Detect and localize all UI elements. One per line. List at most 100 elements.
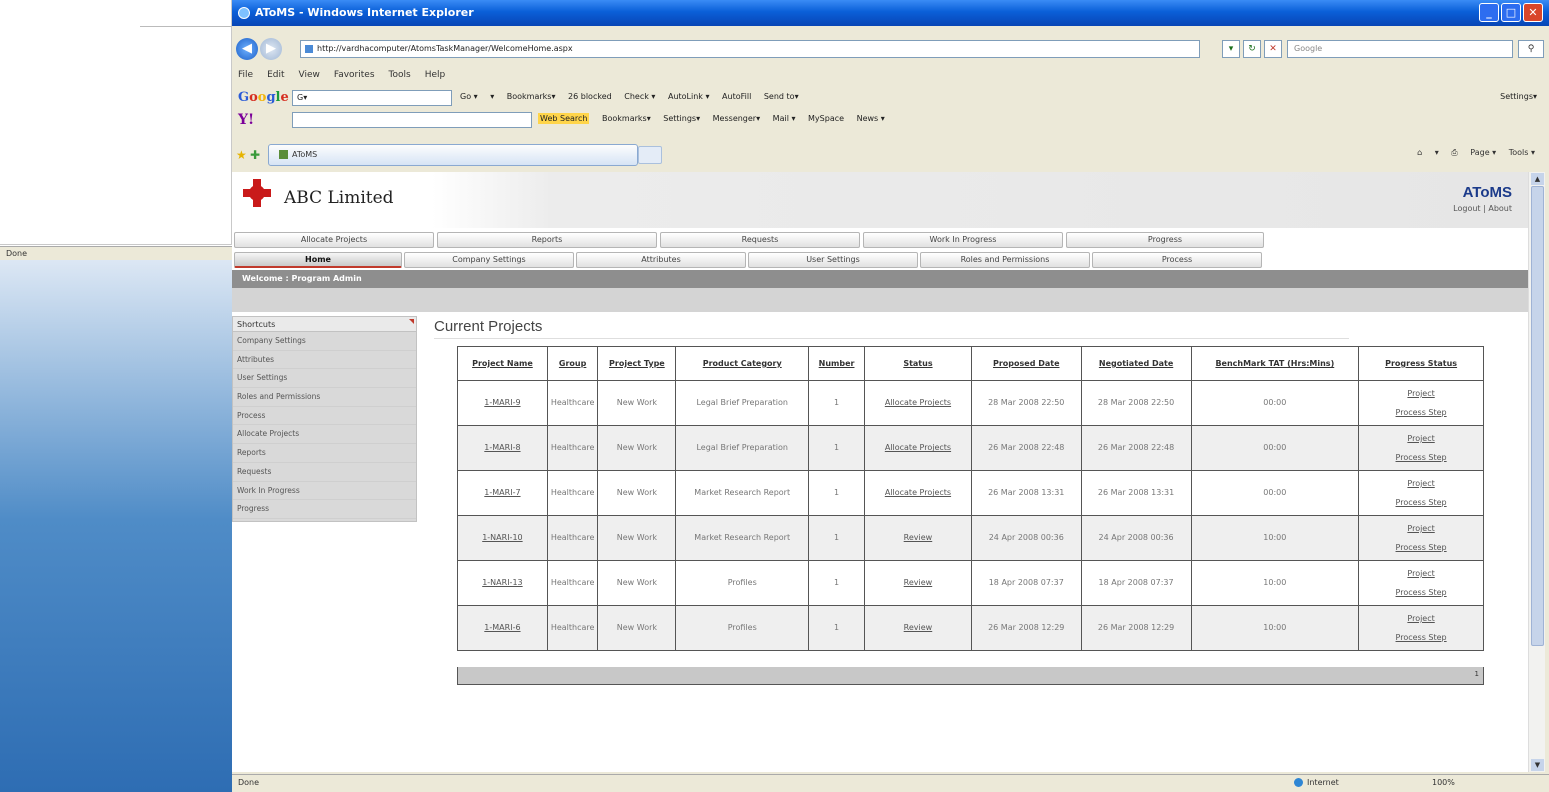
- process-step-link[interactable]: Process Step: [1362, 543, 1480, 553]
- header-negotiated-date[interactable]: Negotiated Date: [1080, 346, 1192, 381]
- process-step-link[interactable]: Process Step: [1362, 633, 1480, 643]
- header-progress-status[interactable]: Progress Status: [1358, 346, 1484, 381]
- project-name-link[interactable]: 1-MARI-7: [457, 470, 548, 516]
- autolink-button[interactable]: AutoLink ▾: [668, 92, 710, 101]
- header-group[interactable]: Group: [546, 346, 599, 381]
- shortcut-process[interactable]: Process: [233, 407, 416, 426]
- autofill-button[interactable]: AutoFill: [722, 92, 751, 101]
- project-link[interactable]: Project: [1407, 389, 1434, 398]
- vertical-scrollbar[interactable]: ▲ ▼: [1528, 172, 1545, 772]
- menu-requests[interactable]: Requests: [660, 232, 860, 248]
- status-link[interactable]: Review: [864, 515, 972, 561]
- menu-favorites[interactable]: Favorites: [334, 70, 375, 80]
- yahoo-settings-button[interactable]: Settings▾: [663, 114, 700, 123]
- scroll-up-icon[interactable]: ▲: [1531, 173, 1544, 185]
- menu-user-settings[interactable]: User Settings: [748, 252, 918, 268]
- header-number[interactable]: Number: [808, 346, 866, 381]
- menu-progress[interactable]: Progress: [1066, 232, 1264, 248]
- shortcut-attributes[interactable]: Attributes: [233, 351, 416, 370]
- menu-work-in-progress[interactable]: Work In Progress: [863, 232, 1063, 248]
- yahoo-messenger-button[interactable]: Messenger▾: [713, 114, 760, 123]
- search-icon[interactable]: ⚲: [1518, 40, 1544, 58]
- favorites-star-icon[interactable]: ★: [236, 148, 247, 162]
- status-link[interactable]: Allocate Projects: [864, 470, 972, 516]
- header-project-name[interactable]: Project Name: [457, 346, 548, 381]
- project-name-link[interactable]: 1-MARI-8: [457, 425, 548, 471]
- menu-tools[interactable]: Tools: [389, 70, 411, 80]
- shortcut-reports[interactable]: Reports: [233, 444, 416, 463]
- status-link[interactable]: Review: [864, 560, 972, 606]
- dropdown-arrow-icon[interactable]: ▾: [1222, 40, 1240, 58]
- myspace-button[interactable]: MySpace: [808, 114, 844, 123]
- yahoo-web-search-button[interactable]: Web Search: [538, 113, 590, 124]
- menu-reports[interactable]: Reports: [437, 232, 657, 248]
- refresh-icon[interactable]: ↻: [1243, 40, 1261, 58]
- process-step-link[interactable]: Process Step: [1362, 588, 1480, 598]
- stop-icon[interactable]: ✕: [1264, 40, 1282, 58]
- menu-file[interactable]: File: [238, 70, 253, 80]
- menu-help[interactable]: Help: [425, 70, 446, 80]
- project-name-link[interactable]: 1-NARI-10: [457, 515, 548, 561]
- close-button[interactable]: ✕: [1523, 3, 1543, 22]
- google-pagerank-button[interactable]: ▾: [490, 92, 494, 101]
- pager-page-1[interactable]: 1: [1475, 670, 1479, 678]
- menu-home[interactable]: Home: [234, 252, 402, 268]
- send-to-button[interactable]: Send to▾: [764, 92, 799, 101]
- shortcut-company-settings[interactable]: Company Settings: [233, 332, 416, 351]
- status-link[interactable]: Review: [864, 605, 972, 651]
- zoom-level[interactable]: 100%: [1432, 778, 1455, 787]
- shortcut-user-settings[interactable]: User Settings: [233, 369, 416, 389]
- status-link[interactable]: Allocate Projects: [864, 380, 972, 426]
- home-icon[interactable]: ⌂: [1417, 148, 1422, 157]
- new-tab-button[interactable]: [638, 146, 662, 164]
- maximize-button[interactable]: □: [1501, 3, 1521, 22]
- status-link[interactable]: Allocate Projects: [864, 425, 972, 471]
- project-link[interactable]: Project: [1407, 479, 1434, 488]
- shortcut-work-in-progress[interactable]: Work In Progress: [233, 482, 416, 501]
- yahoo-news-button[interactable]: News ▾: [857, 114, 885, 123]
- header-product-category[interactable]: Product Category: [675, 346, 810, 381]
- header-status[interactable]: Status: [864, 346, 972, 381]
- google-bookmarks-button[interactable]: Bookmarks▾: [507, 92, 556, 101]
- header-project-type[interactable]: Project Type: [597, 346, 677, 381]
- project-link[interactable]: Project: [1407, 569, 1434, 578]
- shortcut-roles-and-permissions[interactable]: Roles and Permissions: [233, 388, 416, 407]
- scroll-down-icon[interactable]: ▼: [1531, 759, 1544, 771]
- google-go-button[interactable]: Go ▾: [460, 92, 478, 101]
- shortcut-progress[interactable]: Progress: [233, 500, 416, 519]
- tools-menu-button[interactable]: Tools ▾: [1509, 148, 1535, 157]
- menu-allocate-projects[interactable]: Allocate Projects: [234, 232, 434, 248]
- shortcut-requests[interactable]: Requests: [233, 463, 416, 482]
- google-settings-button[interactable]: Settings▾: [1500, 92, 1537, 101]
- yahoo-search-input[interactable]: [292, 112, 532, 128]
- page-menu-button[interactable]: Page ▾: [1470, 148, 1496, 157]
- project-link[interactable]: Project: [1407, 524, 1434, 533]
- google-search-input[interactable]: G▾: [292, 90, 452, 106]
- yahoo-bookmarks-button[interactable]: Bookmarks▾: [602, 114, 651, 123]
- header-benchmark-tat[interactable]: BenchMark TAT (Hrs:Mins): [1190, 346, 1360, 381]
- menu-view[interactable]: View: [299, 70, 320, 80]
- process-step-link[interactable]: Process Step: [1362, 498, 1480, 508]
- address-input[interactable]: http://vardhacomputer/AtomsTaskManager/W…: [300, 40, 1200, 58]
- logout-about-links[interactable]: Logout | About: [1453, 204, 1512, 213]
- menu-edit[interactable]: Edit: [267, 70, 284, 80]
- add-favorite-icon[interactable]: ✚: [250, 148, 260, 162]
- minimize-button[interactable]: _: [1479, 3, 1499, 22]
- collapse-corner-icon[interactable]: [409, 319, 414, 324]
- project-name-link[interactable]: 1-MARI-9: [457, 380, 548, 426]
- title-bar[interactable]: AToMS - Windows Internet Explorer _ □ ✕: [232, 0, 1549, 26]
- feeds-icon[interactable]: ▾: [1435, 148, 1439, 157]
- menu-attributes[interactable]: Attributes: [576, 252, 746, 268]
- project-name-link[interactable]: 1-MARI-6: [457, 605, 548, 651]
- print-icon[interactable]: ⎙: [1451, 148, 1457, 157]
- process-step-link[interactable]: Process Step: [1362, 408, 1480, 418]
- tab-atoms[interactable]: AToMS: [268, 144, 638, 166]
- yahoo-mail-button[interactable]: Mail ▾: [773, 114, 796, 123]
- shortcut-allocate-projects[interactable]: Allocate Projects: [233, 425, 416, 445]
- project-link[interactable]: Project: [1407, 614, 1434, 623]
- menu-process[interactable]: Process: [1092, 252, 1262, 268]
- spell-check-button[interactable]: Check ▾: [624, 92, 655, 101]
- popup-blocked-button[interactable]: 26 blocked: [568, 92, 612, 101]
- project-link[interactable]: Project: [1407, 434, 1434, 443]
- menu-company-settings[interactable]: Company Settings: [404, 252, 574, 268]
